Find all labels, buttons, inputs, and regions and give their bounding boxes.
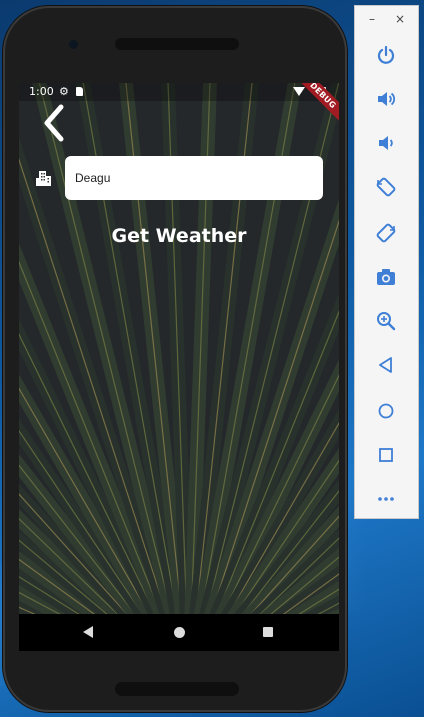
- rotate-right-icon: [376, 223, 396, 243]
- nav-recents-icon[interactable]: [263, 627, 273, 637]
- phone-screen: 1:00 ⚙ DEBUG Deagu Get Weather: [19, 83, 339, 651]
- power-icon: [377, 45, 395, 64]
- nav-back-icon[interactable]: [83, 626, 93, 638]
- emulator-window-controls: – ×: [355, 6, 418, 34]
- android-nav-bar: [19, 614, 339, 651]
- volume-up-icon: [378, 92, 396, 106]
- front-camera: [69, 40, 78, 49]
- phone-frame: 1:00 ⚙ DEBUG Deagu Get Weather: [3, 6, 347, 712]
- home-circle-icon: [378, 403, 394, 419]
- nav-home-icon[interactable]: [174, 627, 185, 638]
- wifi-icon: [293, 87, 305, 96]
- sd-card-icon: [76, 87, 83, 96]
- home-nav-button[interactable]: [371, 396, 401, 426]
- overview-nav-button[interactable]: [371, 440, 401, 470]
- back-triangle-icon: [379, 357, 392, 373]
- zoom-button[interactable]: [371, 306, 401, 336]
- more-button[interactable]: [371, 484, 401, 514]
- overview-square-icon: [379, 448, 393, 462]
- status-bar: 1:00 ⚙: [19, 83, 339, 101]
- status-time: 1:00: [29, 85, 54, 98]
- screenshot-button[interactable]: [371, 262, 401, 292]
- zoom-icon: [377, 312, 396, 331]
- earpiece-speaker: [115, 38, 239, 50]
- rotate-left-icon: [376, 177, 396, 197]
- volume-down-icon: [379, 136, 393, 150]
- minimize-button[interactable]: –: [369, 12, 375, 26]
- rotate-right-button[interactable]: [371, 218, 401, 248]
- back-button[interactable]: [39, 103, 71, 143]
- get-weather-button[interactable]: Get Weather: [19, 225, 339, 247]
- city-icon: [36, 171, 51, 186]
- camera-icon: [377, 269, 395, 285]
- chevron-left-icon: [44, 104, 64, 142]
- power-button[interactable]: [371, 40, 401, 70]
- volume-up-button[interactable]: [371, 84, 401, 114]
- volume-down-button[interactable]: [371, 128, 401, 158]
- bottom-speaker: [115, 682, 239, 696]
- emulator-toolbar: – ×: [354, 5, 419, 519]
- rotate-left-button[interactable]: [371, 172, 401, 202]
- city-input[interactable]: Deagu: [65, 156, 323, 200]
- settings-notification-icon: ⚙: [59, 85, 69, 98]
- close-button[interactable]: ×: [395, 12, 405, 26]
- more-icon: [378, 497, 394, 501]
- back-nav-button[interactable]: [371, 350, 401, 380]
